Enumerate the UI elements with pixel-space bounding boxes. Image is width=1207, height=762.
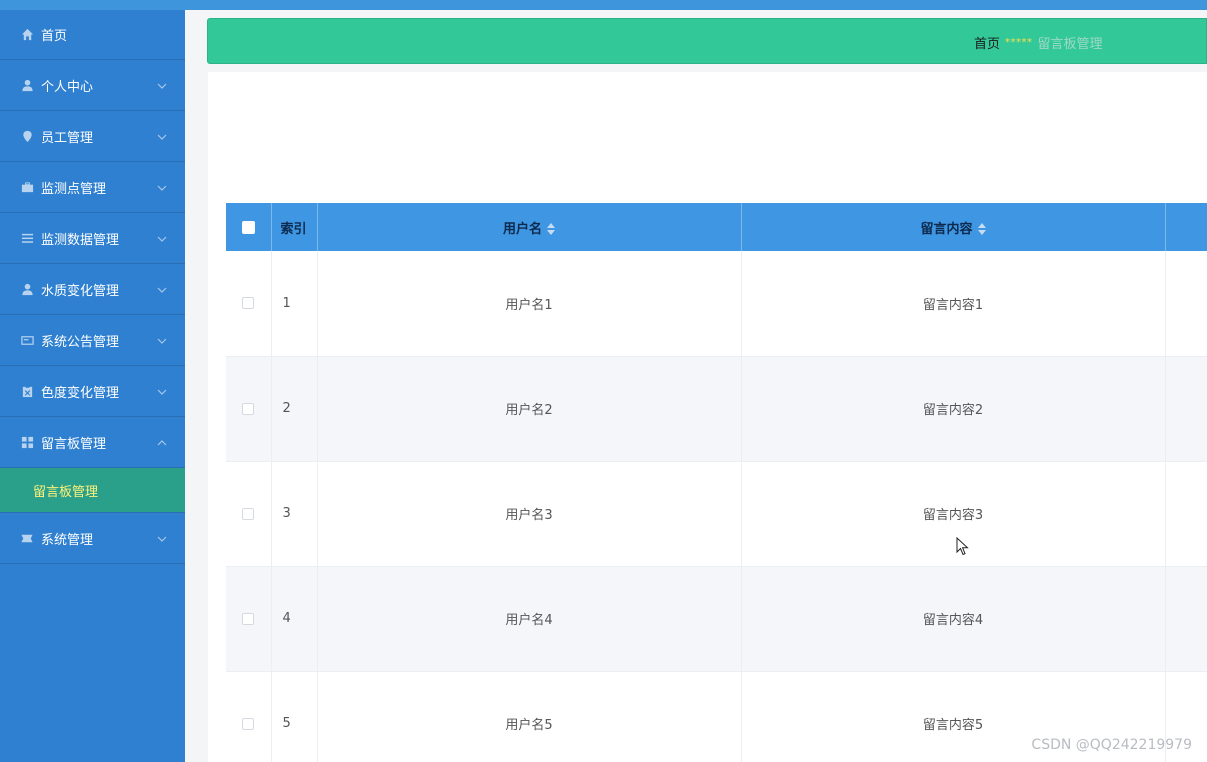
sidebar-item-label: 留言板管理 (41, 436, 107, 452)
watermark: CSDN @QQ242219979 (1031, 737, 1192, 753)
content-panel: 索引 用户名 留言内容 1 用户名1 留言内容1 2 用户名2 留言内容2 3 … (208, 72, 1207, 762)
sidebar-item-chroma[interactable]: 色度变化管理 (0, 366, 185, 417)
sidebar-item-label: 监测点管理 (41, 181, 107, 197)
breadcrumb-current: 留言板管理 (1037, 37, 1103, 52)
cell-index: 5 (271, 671, 318, 762)
table-row: 1 用户名1 留言内容1 (226, 251, 1207, 357)
column-header-index: 索引 (271, 203, 318, 251)
breadcrumb-bar: 首页 ***** 留言板管理 (207, 18, 1207, 64)
chevron-down-icon (157, 233, 167, 243)
sidebar-item-announcement[interactable]: 系统公告管理 (0, 315, 185, 366)
cell-extra (1165, 356, 1207, 462)
row-checkbox[interactable] (242, 612, 255, 625)
sidebar-item-label: 水质变化管理 (41, 283, 120, 299)
row-select-cell (226, 671, 272, 762)
column-header-extra (1165, 203, 1207, 251)
sidebar: 首页 个人中心 员工管理 监测点管理 监测数据管理 水质变化管理 系统公告管理 … (0, 10, 185, 762)
sidebar-item-label: 系统管理 (41, 532, 94, 548)
column-header-content[interactable]: 留言内容 (741, 203, 1166, 251)
breadcrumb-separator: ***** (1005, 37, 1033, 48)
cell-username: 用户名5 (317, 671, 742, 762)
table-row: 4 用户名4 留言内容4 (226, 566, 1207, 672)
cell-index: 1 (271, 251, 318, 357)
card-icon (20, 333, 34, 347)
chevron-down-icon (157, 80, 167, 90)
row-select-cell (226, 356, 272, 462)
clipboard-icon (20, 384, 34, 398)
sidebar-item-water-quality[interactable]: 水质变化管理 (0, 264, 185, 315)
sidebar-item-label: 首页 (41, 29, 68, 44)
table-row: 3 用户名3 留言内容3 (226, 461, 1207, 567)
sidebar-item-employee[interactable]: 员工管理 (0, 111, 185, 162)
cell-username: 用户名1 (317, 251, 742, 357)
sidebar-item-label: 色度变化管理 (41, 385, 120, 401)
sidebar-item-monitoring-data[interactable]: 监测数据管理 (0, 213, 185, 264)
cell-content: 留言内容4 (741, 566, 1166, 672)
main-area: 首页 ***** 留言板管理 索引 用户名 留言内容 1 用户名1 留言内容1 … (185, 10, 1207, 762)
briefcase-icon (20, 180, 34, 194)
chevron-up-icon (157, 437, 167, 447)
breadcrumb: 首页 ***** 留言板管理 (974, 33, 1103, 52)
top-header-strip (0, 0, 1207, 10)
row-checkbox[interactable] (242, 297, 255, 310)
cell-extra (1165, 251, 1207, 357)
cell-username: 用户名2 (317, 356, 742, 462)
sidebar-item-label: 员工管理 (41, 130, 94, 146)
grid-icon (20, 435, 34, 449)
ticket-icon (20, 531, 34, 545)
submenu-item-label: 留言板管理 (33, 484, 99, 500)
sidebar-item-system[interactable]: 系统管理 (0, 513, 185, 564)
cell-index: 2 (271, 356, 318, 462)
message-table: 索引 用户名 留言内容 1 用户名1 留言内容1 2 用户名2 留言内容2 3 … (226, 203, 1207, 762)
row-checkbox[interactable] (242, 402, 255, 415)
breadcrumb-home[interactable]: 首页 (974, 33, 1000, 52)
column-header-label: 留言内容 (920, 221, 973, 237)
chevron-down-icon (157, 386, 167, 396)
chevron-down-icon (157, 533, 167, 543)
column-header-username[interactable]: 用户名 (317, 203, 742, 251)
select-all-cell (226, 203, 272, 251)
column-header-label: 用户名 (502, 221, 542, 237)
list-icon (20, 231, 34, 245)
row-select-cell (226, 251, 272, 357)
sidebar-item-label: 系统公告管理 (41, 334, 120, 350)
sort-icon[interactable] (547, 223, 555, 235)
cell-username: 用户名4 (317, 566, 742, 672)
location-icon (20, 129, 34, 143)
chevron-down-icon (157, 335, 167, 345)
table-header-row: 索引 用户名 留言内容 (226, 203, 1207, 251)
select-all-checkbox[interactable] (241, 220, 255, 234)
user-icon (20, 78, 34, 92)
sort-icon[interactable] (977, 223, 986, 235)
sidebar-item-label: 个人中心 (41, 79, 94, 95)
row-checkbox[interactable] (242, 717, 255, 730)
chevron-down-icon (157, 182, 167, 192)
submenu-item-message-board[interactable]: 留言板管理 (0, 468, 185, 513)
mouse-cursor-icon (956, 536, 970, 557)
sidebar-item-label: 监测数据管理 (41, 232, 120, 248)
table-row: 2 用户名2 留言内容2 (226, 356, 1207, 462)
cell-extra (1165, 566, 1207, 672)
cell-index: 3 (271, 461, 318, 567)
sidebar-item-home[interactable]: 首页 (0, 10, 185, 60)
cell-content: 留言内容3 (741, 461, 1166, 567)
user-icon (20, 282, 34, 296)
cell-content: 留言内容1 (741, 251, 1166, 357)
home-icon (20, 28, 34, 42)
cell-index: 4 (271, 566, 318, 672)
cell-content: 留言内容2 (741, 356, 1166, 462)
cell-username: 用户名3 (317, 461, 742, 567)
chevron-down-icon (157, 131, 167, 141)
row-select-cell (226, 461, 272, 567)
row-checkbox[interactable] (242, 507, 255, 520)
sidebar-item-monitoring-point[interactable]: 监测点管理 (0, 162, 185, 213)
chevron-down-icon (157, 284, 167, 294)
cell-extra (1165, 461, 1207, 567)
sidebar-item-message-board[interactable]: 留言板管理 (0, 417, 185, 468)
sidebar-item-personal-center[interactable]: 个人中心 (0, 60, 185, 111)
row-select-cell (226, 566, 272, 672)
